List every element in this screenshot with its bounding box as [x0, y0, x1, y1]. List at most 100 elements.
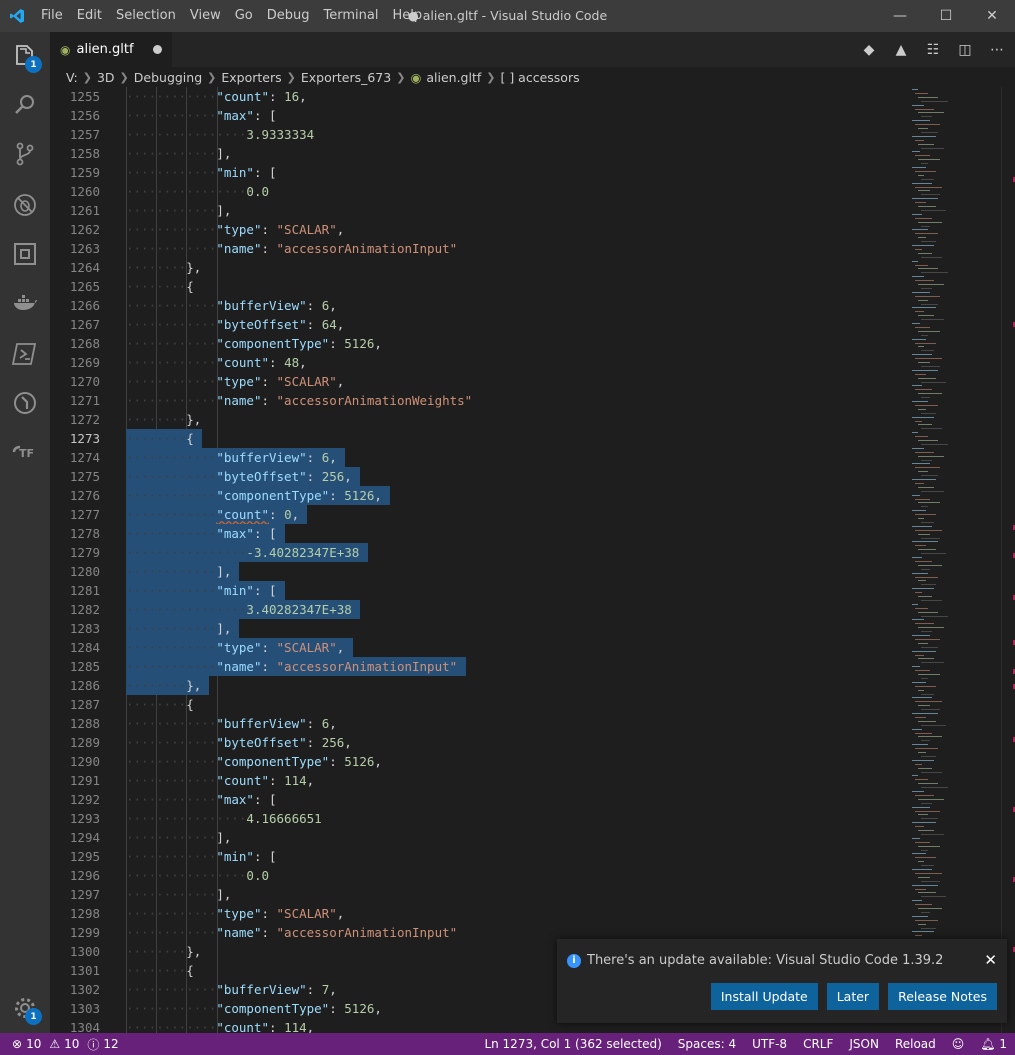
- code-line[interactable]: 1292 ············"max": [: [50, 790, 902, 809]
- more-actions-icon[interactable]: ⋯: [987, 40, 1007, 60]
- code-line[interactable]: 1256 ············"max": [: [50, 106, 902, 125]
- menu-go[interactable]: Go: [228, 0, 260, 32]
- unsaved-dot-icon[interactable]: [153, 45, 162, 54]
- code-line[interactable]: 1275 ············"byteOffset": 256,: [50, 467, 902, 486]
- preview-3d-icon[interactable]: ▲: [891, 40, 911, 60]
- debug-icon[interactable]: [0, 181, 50, 229]
- explorer-icon[interactable]: 1: [0, 32, 50, 80]
- code-line[interactable]: 1283 ············],: [50, 619, 902, 638]
- code-line[interactable]: 1289 ············"byteOffset": 256,: [50, 733, 902, 752]
- code-line[interactable]: 1276 ············"componentType": 5126,: [50, 486, 902, 505]
- code-line[interactable]: 1281 ············"min": [: [50, 581, 902, 600]
- code-line[interactable]: 1261 ············],: [50, 201, 902, 220]
- terraform-icon[interactable]: TF: [0, 428, 50, 476]
- code-line[interactable]: 1294 ············],: [50, 828, 902, 847]
- code-line[interactable]: 1255 ············"count": 16,: [50, 87, 902, 106]
- code-line[interactable]: 1267 ············"byteOffset": 64,: [50, 315, 902, 334]
- open-changes-icon[interactable]: ◆: [859, 40, 879, 60]
- code-editor[interactable]: 1255 ············"count": 16, 1256 ········…: [50, 87, 902, 1033]
- code-line[interactable]: 1266 ············"bufferView": 6,: [50, 296, 902, 315]
- code-line[interactable]: 1280 ············],: [50, 562, 902, 581]
- menu-terminal[interactable]: Terminal: [317, 0, 386, 32]
- code-line[interactable]: 1298 ············"type": "SCALAR",: [50, 904, 902, 923]
- source-control-icon[interactable]: [0, 130, 50, 178]
- code-line[interactable]: 1268 ············"componentType": 5126,: [50, 334, 902, 353]
- code-line[interactable]: 1295 ············"min": [: [50, 847, 902, 866]
- notifications-bell[interactable]: 🔔︎ 1: [980, 1037, 1007, 1051]
- cursor-position[interactable]: Ln 1273, Col 1 (362 selected): [484, 1037, 661, 1051]
- reload-button[interactable]: Reload: [895, 1037, 936, 1051]
- code-line[interactable]: 1293 ················4.16666651: [50, 809, 902, 828]
- terminal-icon[interactable]: [0, 330, 50, 378]
- code-line[interactable]: 1270 ············"type": "SCALAR",: [50, 372, 902, 391]
- code-line[interactable]: 1278 ············"max": [: [50, 524, 902, 543]
- code-line[interactable]: 1269 ············"count": 48,: [50, 353, 902, 372]
- code-line[interactable]: 1284 ············"type": "SCALAR",: [50, 638, 902, 657]
- search-icon[interactable]: [0, 81, 50, 129]
- end-of-line[interactable]: CRLF: [803, 1037, 833, 1051]
- install-update-button[interactable]: Install Update: [710, 983, 818, 1010]
- code-line[interactable]: 1285 ············"name": "accessorAnimati…: [50, 657, 902, 676]
- code-line[interactable]: 1258 ············],: [50, 144, 902, 163]
- breadcrumb-item[interactable]: 3D: [97, 70, 115, 85]
- release-notes-button[interactable]: Release Notes: [888, 983, 997, 1010]
- indentation[interactable]: Spaces: 4: [678, 1037, 736, 1051]
- code-line[interactable]: 1279 ················-3.40282347E+38: [50, 543, 902, 562]
- code-line[interactable]: 1297 ············],: [50, 885, 902, 904]
- breadcrumb-item[interactable]: Exporters: [221, 70, 281, 85]
- menu-edit[interactable]: Edit: [70, 0, 109, 32]
- minimize-icon[interactable]: —: [877, 0, 923, 32]
- code-line[interactable]: 1264 ········},: [50, 258, 902, 277]
- code-line[interactable]: 1260 ················0.0: [50, 182, 902, 201]
- extensions-icon[interactable]: [0, 230, 50, 278]
- tab-alien-gltf[interactable]: ◉ alien.gltf: [50, 32, 172, 67]
- code-line[interactable]: 1296 ················0.0: [50, 866, 902, 885]
- code-line[interactable]: 1263 ············"name": "accessorAnimati…: [50, 239, 902, 258]
- remote-icon[interactable]: [0, 379, 50, 427]
- code-line[interactable]: 1272 ········},: [50, 410, 902, 429]
- code-line[interactable]: 1288 ············"bufferView": 6,: [50, 714, 902, 733]
- code-line[interactable]: 1274 ············"bufferView": 6,: [50, 448, 902, 467]
- code-line[interactable]: 1282 ················3.40282347E+38: [50, 600, 902, 619]
- code-line[interactable]: 1291 ············"count": 114,: [50, 771, 902, 790]
- code-line[interactable]: 1290 ············"componentType": 5126,: [50, 752, 902, 771]
- maximize-icon[interactable]: ☐: [923, 0, 969, 32]
- feedback-smiley-icon[interactable]: ☺: [952, 1037, 965, 1051]
- language-mode[interactable]: JSON: [849, 1037, 879, 1051]
- split-editor-icon[interactable]: ◫: [955, 40, 975, 60]
- breadcrumb-item[interactable]: [ ] accessors: [500, 70, 579, 85]
- menu-debug[interactable]: Debug: [260, 0, 317, 32]
- breadcrumb-item[interactable]: alien.gltf: [426, 70, 481, 85]
- encoding[interactable]: UTF-8: [752, 1037, 787, 1051]
- breadcrumb-item[interactable]: Debugging: [134, 70, 202, 85]
- close-window-icon[interactable]: ✕: [969, 0, 1015, 32]
- vertical-scrollbar[interactable]: [1001, 87, 1015, 1033]
- menu-help[interactable]: Help: [385, 0, 429, 32]
- settings-gear-icon[interactable]: 1: [0, 984, 50, 1032]
- code-line[interactable]: 1271 ············"name": "accessorAnimati…: [50, 391, 902, 410]
- code-line[interactable]: 1286 ········},: [50, 676, 902, 695]
- breadcrumb-item[interactable]: Exporters_673: [301, 70, 391, 85]
- breadcrumb-separator-icon: ❯: [286, 70, 296, 84]
- minimap-line: [921, 287, 932, 289]
- minimap[interactable]: [902, 87, 1001, 1033]
- minimap-line: [921, 911, 930, 913]
- code-line[interactable]: 1257 ················3.9333334: [50, 125, 902, 144]
- code-line[interactable]: 1287 ········{: [50, 695, 902, 714]
- docker-icon[interactable]: [0, 279, 50, 327]
- info-count-icon: ⓘ: [87, 1037, 100, 1052]
- later-button[interactable]: Later: [826, 983, 880, 1010]
- close-notification-icon[interactable]: ✕: [984, 951, 997, 969]
- menu-selection[interactable]: Selection: [109, 0, 183, 32]
- breadcrumb-item[interactable]: V:: [66, 70, 78, 85]
- inspect-icon[interactable]: ☷: [923, 40, 943, 60]
- code-line[interactable]: 1277 ············"count": 0,: [50, 505, 902, 524]
- menu-view[interactable]: View: [183, 0, 228, 32]
- problems-indicator[interactable]: ⊗ 10 ⚠ 10 ⓘ 12: [12, 1033, 119, 1055]
- code-line[interactable]: 1273 ········{: [50, 429, 902, 448]
- code-line[interactable]: 1265 ········{: [50, 277, 902, 296]
- code-line[interactable]: 1259 ············"min": [: [50, 163, 902, 182]
- code-line[interactable]: 1262 ············"type": "SCALAR",: [50, 220, 902, 239]
- minimap-line: [918, 346, 924, 348]
- menu-file[interactable]: File: [34, 0, 70, 32]
